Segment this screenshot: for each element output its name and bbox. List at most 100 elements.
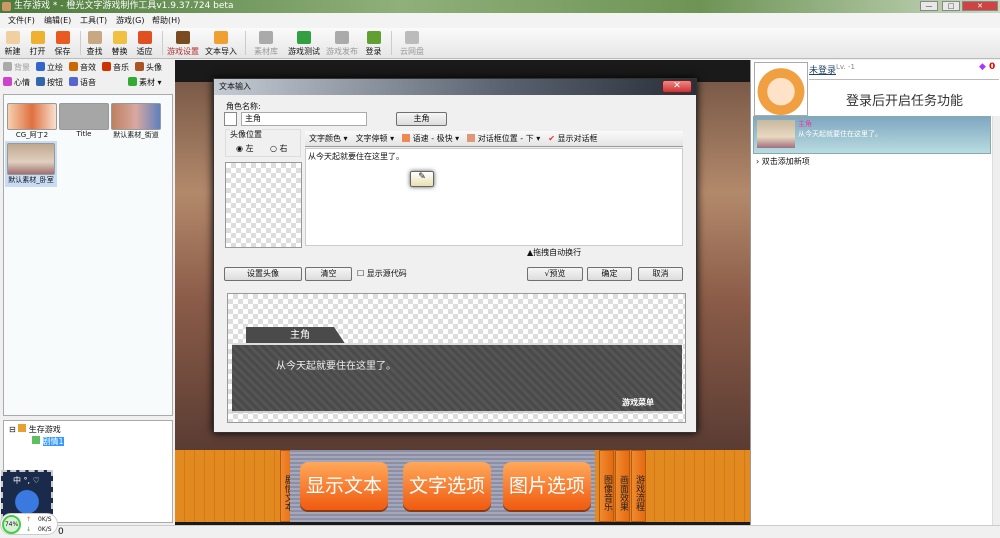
background-icon [3,62,12,71]
toolbar-search-button[interactable]: 查找 [84,28,105,58]
add-item[interactable]: › 双击添加新项 [756,156,810,167]
radio-right[interactable]: ○ 右 [270,143,288,154]
menu-edit[interactable]: 编辑(E) [44,13,80,28]
login-link[interactable]: 未登录 [809,63,836,76]
toolbar-new-file-button[interactable]: 新建 [2,28,23,58]
tab-music[interactable]: 音乐 [102,62,129,73]
toolbar-label: 适应 [136,47,153,56]
tab-portrait[interactable]: 立绘 [36,62,63,73]
edit-pen-icon[interactable]: ✎ [410,171,434,187]
toolbar-save-button[interactable]: 保存 [52,28,73,58]
toolbar-separator [245,31,246,55]
thumbnail-label: 默认素材_街道 [113,131,159,139]
character-name-input[interactable]: 主角 [241,112,367,126]
tab-avatar[interactable]: 头像 [135,62,162,73]
show-dialog-label: 显示对话框 [557,134,598,143]
tab-background[interactable]: 背景 [3,62,30,73]
close-button[interactable]: ✕ [962,1,998,11]
toolbar: 新建 打开 保存 查找 替换 适应 游戏设置 文本导入 素材库 游戏测试 游戏发布 登录 云网盘 [0,28,1000,59]
preview-button[interactable]: √预览 [527,267,583,281]
thumbnail-item[interactable]: 默认素材_街道 [111,103,161,140]
speed-dropdown[interactable]: 语速 - 极快 ▾ [402,131,459,146]
avatar-icon [135,62,144,71]
save-icon [55,31,70,44]
toolbar-replace-button[interactable]: 替换 [109,28,130,58]
toolbar-gear-button[interactable]: 游戏设置 [166,28,200,58]
upload-speed: 0K/S [38,516,52,523]
toolbar-library-button[interactable]: 素材库 [249,28,283,58]
cloud-drive-icon [405,31,419,44]
character-select-button[interactable]: 主角 [396,112,447,126]
toolbar-label: 打开 [29,47,46,56]
toolbar-publish-button[interactable]: 游戏发布 [325,28,359,58]
image-option-button[interactable]: 图片选项 [503,462,591,510]
toolbar-fit-button[interactable]: 适应 [134,28,155,58]
tab-image-music[interactable]: 图像音乐 [599,450,614,522]
name-color-swatch[interactable] [224,112,237,126]
tree-node[interactable]: 剧情1 [4,435,172,447]
menu-game[interactable]: 游戏(G) [116,13,152,28]
tab-label: 语音 [80,78,96,87]
text-pause-dropdown[interactable]: 文字停顿 ▾ [356,131,395,146]
clear-button[interactable]: 清空 [305,267,352,281]
cancel-button[interactable]: 取消 [638,267,683,281]
tree-root[interactable]: ⊟ 生存游戏 [4,421,172,435]
tab-game-flow[interactable]: 游戏流程 [631,450,646,522]
command-list-panel: 未登录 Lv. -1 ◆ 0 登录后开启任务功能 主角 从今天起就要住在这里了。… [750,60,1000,525]
tab-voice[interactable]: 语音 [69,77,96,88]
command-entry[interactable]: 主角 从今天起就要住在这里了。 [753,116,991,154]
dialog-close-button[interactable]: ✕ [662,80,692,93]
preview-dialogue-box: 从今天起就要住在这里了。 游戏菜单 [232,343,682,413]
show-dialog-toggle[interactable]: ✔ 显示对话框 [548,131,597,146]
thumbnail-item-selected[interactable]: 默认素材_卧室 [5,141,57,187]
menu-file[interactable]: 文件(F) [8,13,44,28]
toolbar-label: 保存 [54,47,71,56]
voice-icon [69,77,78,86]
command-button-area: 显示文本 文字选项 图片选项 [290,450,595,522]
show-text-button[interactable]: 显示文本 [300,462,388,510]
thumbnail-item[interactable]: CG_阿丁2 [7,103,57,140]
tab-label: 心情 [14,78,30,87]
check-icon: ✔ [548,134,555,143]
text-color-dropdown[interactable]: 文字颜色 ▾ [309,131,348,146]
thumbnail-item[interactable]: Title [59,103,109,138]
toolbar-folder-button[interactable]: 打开 [27,28,48,58]
avatar-position-label: 头像位置 [230,129,262,140]
name-label: 角色名称: [226,102,261,111]
radio-left[interactable]: ◉ 左 [236,143,254,154]
tab-sound[interactable]: 音效 [69,62,96,73]
toolbar-play-test-button[interactable]: 游戏测试 [287,28,321,58]
menu-help[interactable]: 帮助(H) [152,13,188,28]
text-option-button[interactable]: 文字选项 [403,462,491,510]
thumbnail-label: 默认素材_卧室 [8,176,54,184]
toolbar-separator [162,31,163,55]
toolbar-label: 游戏设置 [167,47,199,56]
autowrap-handle[interactable]: ▲拖拽自动换行 [527,247,581,258]
show-source-checkbox[interactable]: ☐ 显示源代码 [357,268,407,279]
tab-mood[interactable]: 心情 [3,77,30,88]
set-avatar-button[interactable]: 设置头像 [224,267,302,281]
status-value: 0 [58,527,64,537]
scrollbar[interactable] [992,116,1000,525]
minimize-button[interactable]: — [920,1,938,11]
menu-bar: 文件(F) 编辑(E) 工具(T) 游戏(G) 帮助(H) [0,13,1000,28]
menu-tools[interactable]: 工具(T) [80,13,116,28]
toolbar-cloud-drive-button[interactable]: 云网盘 [395,28,429,58]
position-label: 对话框位置 - 下 ▾ [477,134,541,143]
dialogue-preview: 主角 从今天起就要住在这里了。 游戏菜单 [227,293,686,423]
toolbar-login-star-button[interactable]: 登录 [363,28,384,58]
tab-button[interactable]: 按钮 [36,77,63,88]
maximize-button[interactable]: □ [942,1,960,11]
tab-screen-effects[interactable]: 画面效果 [615,450,630,522]
status-bar: 0 [0,525,1000,538]
tab-label: 素材 ▾ [139,78,162,87]
dialog-position-dropdown[interactable]: 对话框位置 - 下 ▾ [467,131,540,146]
toolbar-text-import-button[interactable]: 文本导入 [204,28,238,58]
radio-left-label: 左 [245,144,254,153]
ok-button[interactable]: 确定 [587,267,632,281]
user-level: Lv. -1 [836,63,855,71]
dialogue-text-area[interactable]: 从今天起就要住在这里了。 [305,148,683,246]
dialog-title-bar: 文本输入 [214,79,696,95]
replace-icon [112,31,127,44]
tab-material[interactable]: 素材 ▾ [128,77,162,88]
